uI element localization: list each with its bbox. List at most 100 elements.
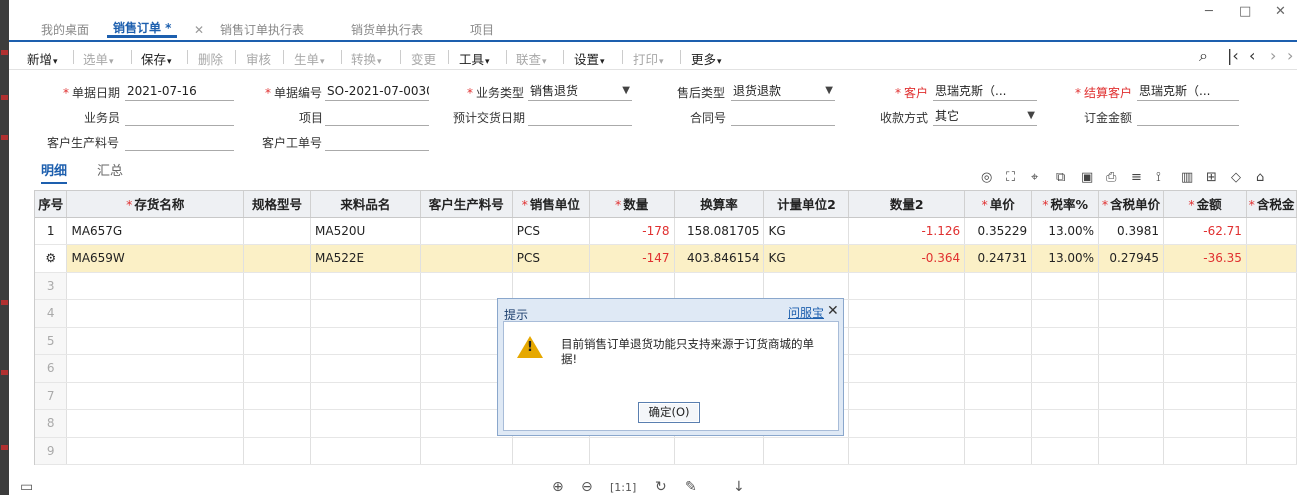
table-cell[interactable] (848, 409, 966, 438)
table-cell[interactable] (1031, 327, 1100, 355)
table-cell[interactable] (66, 437, 245, 465)
last-record-icon[interactable]: › (1287, 46, 1293, 65)
table-cell[interactable] (66, 382, 245, 410)
after-type-select[interactable]: 退货退款 ▼ (731, 81, 835, 101)
column-header[interactable]: * 存货名称 (66, 191, 245, 218)
cust-prod-no-field[interactable] (125, 131, 234, 151)
column-header[interactable]: 来料品名 (310, 191, 421, 218)
row-index-cell[interactable]: 8 (35, 409, 68, 438)
home-icon[interactable]: ⌂ (1256, 170, 1264, 185)
prev-record-icon[interactable]: ‹ (1249, 46, 1255, 65)
table-cell[interactable] (1098, 299, 1165, 328)
table-cell[interactable] (848, 299, 966, 328)
doc-no-field[interactable]: SO-2021-07-0030 (325, 81, 429, 101)
table-cell[interactable] (1031, 354, 1100, 383)
table-cell[interactable] (589, 437, 675, 465)
table-cell[interactable] (1246, 299, 1297, 328)
column-header[interactable]: * 含税金 (1246, 191, 1297, 218)
column-header[interactable]: 数量2 (848, 191, 966, 218)
table-cell[interactable] (243, 437, 311, 465)
table-cell[interactable]: -36.35 (1163, 244, 1247, 273)
scan-icon[interactable]: ⛶ (1006, 170, 1015, 185)
table-cell[interactable] (310, 437, 421, 465)
table-cell[interactable] (420, 437, 513, 465)
change-button[interactable]: 变更 (411, 49, 436, 68)
audit-button[interactable]: 审核 (246, 49, 271, 68)
save-button[interactable]: 保存▾ (141, 49, 172, 68)
payment-select[interactable]: 其它 ▼ (933, 106, 1037, 126)
column-header[interactable]: * 销售单位 (512, 191, 590, 218)
row-index-cell[interactable]: 3 (35, 272, 68, 300)
table-cell[interactable]: -178 (589, 217, 675, 245)
table-cell[interactable]: -0.364 (848, 244, 966, 273)
table-cell[interactable] (66, 327, 245, 355)
table-cell[interactable] (420, 217, 513, 245)
add-button[interactable]: 新增▾ (27, 49, 58, 68)
layout-icon[interactable]: ▭ (20, 479, 33, 495)
table-cell[interactable] (1098, 272, 1165, 300)
table-cell[interactable]: 403.846154 (674, 244, 765, 273)
location-icon[interactable]: ⌖ (1031, 170, 1038, 185)
table-cell[interactable] (243, 272, 311, 300)
table-cell[interactable] (310, 354, 421, 383)
table-cell[interactable] (763, 272, 850, 300)
close-icon[interactable]: ✕ (827, 303, 839, 319)
salesman-field[interactable] (125, 106, 234, 126)
table-cell[interactable] (964, 437, 1033, 465)
table-cell[interactable]: KG (763, 217, 850, 245)
table-cell[interactable]: 13.00% (1031, 244, 1100, 273)
tab-delivery-exec[interactable]: 销货单执行表 (351, 20, 423, 40)
row-index-cell[interactable]: 9 (35, 437, 68, 465)
table-cell[interactable] (964, 272, 1033, 300)
table-cell[interactable]: -62.71 (1163, 217, 1247, 245)
search-doc-icon[interactable]: ⌕ (1199, 46, 1208, 66)
table-cell[interactable] (1163, 437, 1247, 465)
table-cell[interactable] (310, 409, 421, 438)
table-row[interactable]: 3 (35, 272, 1297, 300)
table-cell[interactable] (1163, 409, 1247, 438)
table-cell[interactable]: 158.081705 (674, 217, 765, 245)
column-header[interactable]: * 数量 (589, 191, 675, 218)
column-header[interactable]: 换算率 (674, 191, 765, 218)
table-cell[interactable] (1246, 272, 1297, 300)
table-cell[interactable] (1163, 299, 1247, 328)
row-index-cell[interactable]: 7 (35, 382, 68, 410)
table-cell[interactable] (243, 327, 311, 355)
settings-button[interactable]: 设置▾ (574, 49, 605, 68)
row-index-cell[interactable]: 4 (35, 299, 68, 328)
table-cell[interactable]: MA522E (310, 244, 421, 273)
table-cell[interactable] (1031, 409, 1100, 438)
project-field[interactable] (325, 106, 429, 126)
table-cell[interactable] (310, 272, 421, 300)
delete-button[interactable]: 删除 (198, 49, 223, 68)
table-cell[interactable] (1031, 382, 1100, 410)
table-cell[interactable]: PCS (512, 244, 590, 273)
table-cell[interactable]: 0.24731 (964, 244, 1033, 273)
contract-no-field[interactable] (731, 106, 835, 126)
table-cell[interactable] (1098, 327, 1165, 355)
table-cell[interactable] (1246, 409, 1297, 438)
table-cell[interactable]: 0.27945 (1098, 244, 1165, 273)
fit-icon[interactable]: [1:1] (610, 481, 636, 494)
column-header[interactable]: * 金额 (1163, 191, 1247, 218)
help-link[interactable]: 问服宝 (788, 304, 824, 321)
table-cell[interactable] (420, 244, 513, 273)
row-index-cell[interactable]: 6 (35, 354, 68, 383)
column-header[interactable]: 计量单位2 (763, 191, 850, 218)
table-cell[interactable]: PCS (512, 217, 590, 245)
column-header[interactable]: 客户生产料号 (420, 191, 513, 218)
table-cell[interactable] (1246, 354, 1297, 383)
table-cell[interactable]: 0.3981 (1098, 217, 1165, 245)
table-cell[interactable] (1031, 437, 1100, 465)
table-cell[interactable] (243, 217, 311, 245)
table-cell[interactable] (243, 299, 311, 328)
table-cell[interactable]: MA657G (66, 217, 245, 245)
table-cell[interactable] (674, 272, 765, 300)
table-cell[interactable] (848, 354, 966, 383)
edit-icon[interactable]: ✎ (685, 479, 697, 495)
table-cell[interactable] (848, 272, 966, 300)
table-cell[interactable]: MA659W (66, 244, 245, 273)
download-icon[interactable]: ↓ (733, 479, 745, 495)
bulb-icon[interactable]: ◎ (981, 170, 992, 185)
settle-customer-field[interactable]: 思瑞克斯（... (1137, 81, 1239, 101)
